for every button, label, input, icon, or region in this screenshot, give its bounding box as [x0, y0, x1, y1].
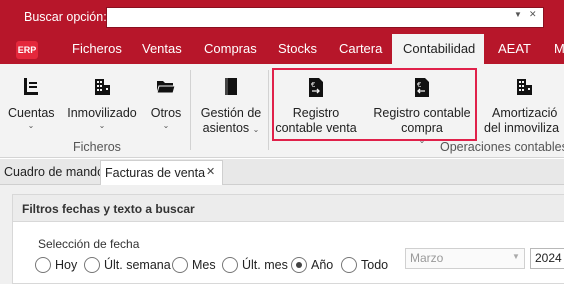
radio-todo[interactable]: Todo	[341, 257, 388, 273]
building-icon	[95, 79, 110, 95]
menu-tab-aeat[interactable]: AEAT	[488, 34, 541, 64]
menu-tab-more[interactable]: M	[544, 34, 564, 64]
radio-ano[interactable]: Año	[291, 257, 333, 273]
amortizacion-label-1: Amortizació	[492, 106, 558, 120]
building-icon	[517, 79, 532, 95]
date-selection-label: Selección de fecha	[38, 237, 140, 251]
group-label-ficheros: Ficheros	[73, 140, 121, 154]
ledger-icon	[24, 78, 38, 95]
ribbon-separator	[190, 70, 191, 150]
cuentas-button[interactable]: Cuentas ⌄	[8, 77, 55, 130]
book-icon	[225, 78, 237, 95]
amortizacion-label-2: del inmoviliza	[484, 121, 560, 135]
radio-mes[interactable]: Mes	[172, 257, 216, 273]
radio-button[interactable]	[84, 257, 100, 273]
highlight-box	[272, 68, 477, 141]
chevron-down-icon: ⌄	[27, 121, 35, 130]
search-label: Buscar opción:	[24, 10, 107, 24]
radio-button-checked[interactable]	[291, 257, 307, 273]
menu-tab-cartera[interactable]: Cartera	[329, 34, 392, 64]
ribbon-separator	[268, 70, 269, 150]
radio-button[interactable]	[341, 257, 357, 273]
tab-cuadro-de-mando[interactable]: Cuadro de mando	[0, 160, 104, 185]
radio-button[interactable]	[35, 257, 51, 273]
search-dropdown-icon[interactable]: ▼	[514, 10, 522, 19]
radio-hoy[interactable]: Hoy	[35, 257, 77, 273]
chevron-down-icon: ⌄	[98, 121, 106, 130]
year-field[interactable]: 2024	[530, 248, 564, 269]
chevron-down-icon: ⌄	[252, 125, 260, 134]
cuentas-label: Cuentas	[8, 106, 55, 120]
gestion-label-1: Gestión de	[200, 106, 262, 120]
gestion-asientos-button[interactable]: Gestión de asientos ⌄	[198, 77, 264, 137]
tab-facturas-de-venta[interactable]: Facturas de venta	[100, 160, 223, 185]
radio-button[interactable]	[222, 257, 238, 273]
amortizacion-button[interactable]: Amortizació del inmoviliza	[484, 77, 564, 136]
group-label-operaciones: Operaciones contables	[440, 140, 564, 154]
chevron-down-icon: ▼	[512, 252, 520, 261]
inmovilizado-button[interactable]: Inmovilizado ⌄	[66, 77, 138, 130]
search-clear-icon[interactable]: ✕	[529, 9, 537, 20]
radio-ult-semana[interactable]: Últ. semana	[84, 257, 171, 273]
otros-button[interactable]: Otros ⌄	[148, 77, 184, 130]
chevron-down-icon: ⌄	[162, 121, 170, 130]
search-input[interactable]	[106, 7, 544, 28]
menu-tab-compras[interactable]: Compras	[194, 34, 267, 64]
close-icon[interactable]: ✕	[206, 165, 215, 178]
menu-tab-ficheros[interactable]: Ficheros	[62, 34, 132, 64]
menu-tab-stocks[interactable]: Stocks	[268, 34, 327, 64]
otros-label: Otros	[150, 106, 182, 120]
menu-tab-ventas[interactable]: Ventas	[132, 34, 192, 64]
tab-facturas-label: Facturas de venta	[105, 166, 206, 180]
erp-logo[interactable]: ERP	[16, 41, 38, 59]
radio-ult-mes[interactable]: Últ. mes	[222, 257, 288, 273]
radio-button[interactable]	[172, 257, 188, 273]
folder-icon	[156, 81, 176, 94]
inmovilizado-label: Inmovilizado	[67, 106, 137, 120]
filters-title: Filtros fechas y texto a buscar	[22, 202, 195, 216]
gestion-label-2: asientos ⌄	[202, 121, 260, 135]
month-select[interactable]: Marzo	[405, 248, 525, 269]
menu-tab-contabilidad[interactable]: Contabilidad	[392, 34, 484, 64]
